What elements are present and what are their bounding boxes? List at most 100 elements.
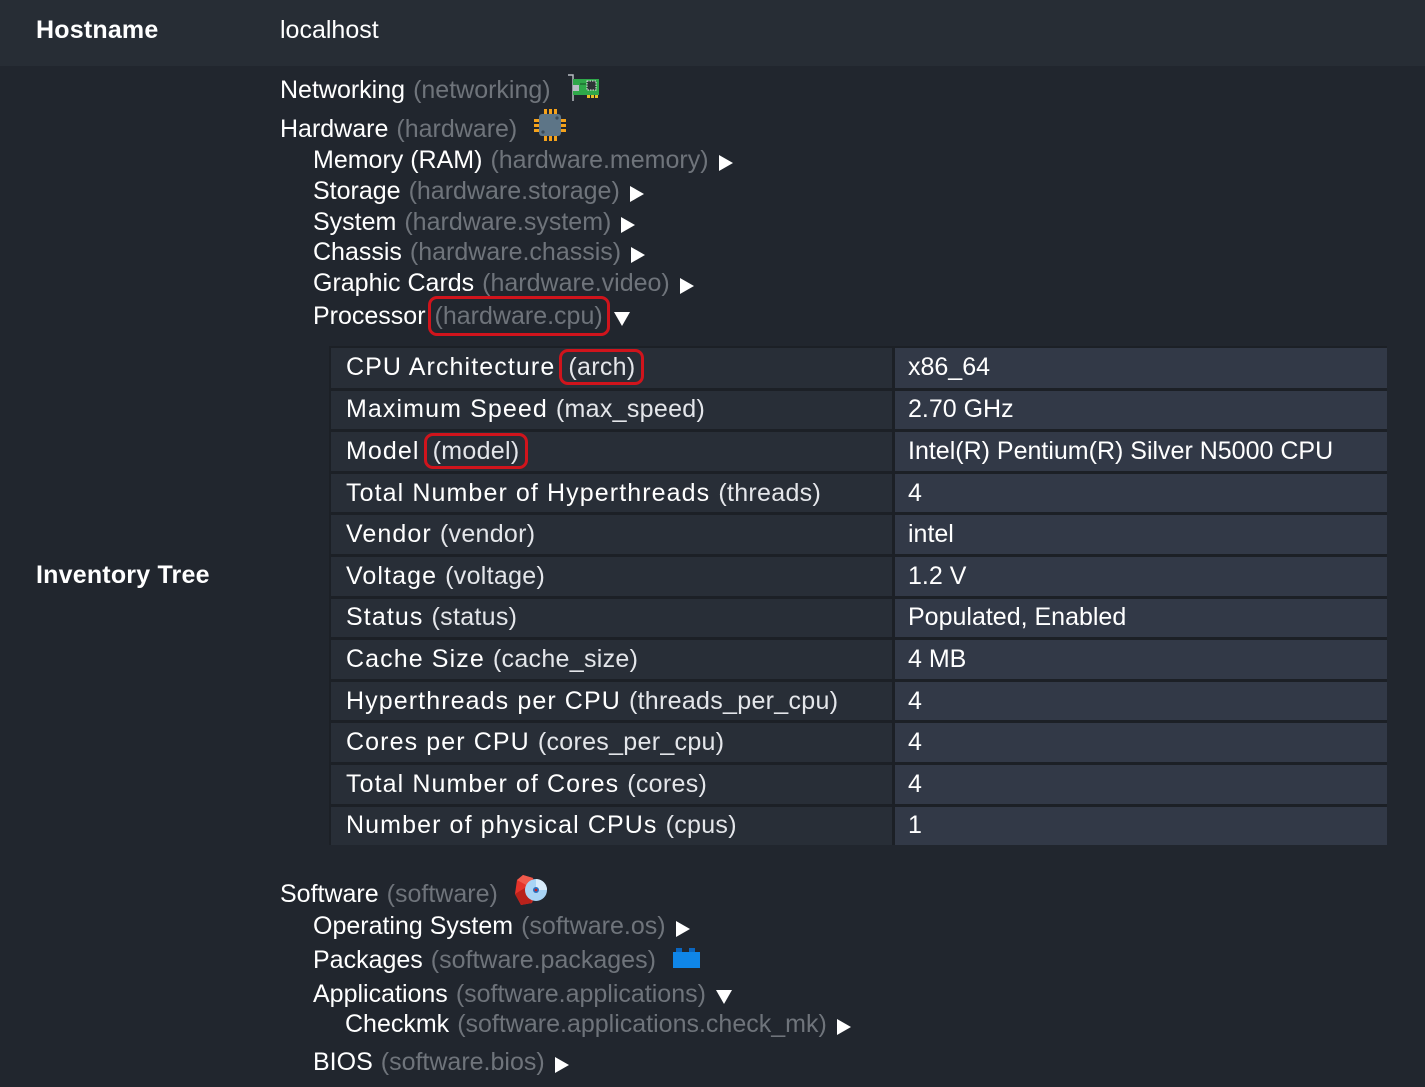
cpu-table-row: Vendor (vendor) intel: [329, 512, 1387, 554]
tree-node-chassis[interactable]: Chassis (hardware.chassis): [313, 237, 646, 267]
attribute-name-cell: Total Number of Cores (cores): [329, 761, 892, 804]
node-path: (hardware): [396, 114, 518, 143]
cpu-table-row: Cores per CPU (cores_per_cpu) 4: [329, 720, 1387, 762]
expand-arrow-icon[interactable]: [718, 155, 733, 171]
attribute-key: (max_speed): [555, 395, 706, 424]
expand-arrow-icon[interactable]: [629, 186, 644, 202]
attribute-value-cell: 2.70 GHz: [892, 387, 1387, 430]
node-path: (software.bios): [380, 1048, 545, 1076]
attribute-key-highlighted: (model): [423, 432, 529, 469]
expand-arrow-icon[interactable]: [679, 278, 694, 294]
attribute-value-cell: intel: [892, 512, 1387, 554]
expand-arrow-icon[interactable]: [621, 217, 636, 233]
hostname-row: Hostname localhost: [0, 0, 1425, 66]
tree-node-operating-system[interactable]: Operating System (software.os): [313, 911, 690, 941]
inventory-page: Hostname localhost Inventory Tree Networ…: [0, 0, 1425, 1087]
attribute-name-cell: Voltage (voltage): [329, 553, 892, 596]
attribute-name-cell: Maximum Speed (max_speed): [329, 387, 892, 430]
node-title: Operating System: [313, 912, 514, 940]
software-disc-icon: [514, 874, 550, 913]
attribute-value-cell: Populated, Enabled: [892, 595, 1387, 638]
cpu-table-row: CPU Architecture (arch) x86_64: [329, 346, 1387, 388]
attribute-key: (threads): [718, 478, 822, 507]
tree-node-bios[interactable]: BIOS (software.bios): [313, 1047, 569, 1077]
tree-node-hardware[interactable]: Hardware (hardware): [280, 108, 567, 149]
attribute-key: (vendor): [439, 520, 536, 549]
hostname-value: localhost: [280, 16, 379, 44]
cpu-table-row: Voltage (voltage) 1.2 V: [329, 553, 1387, 596]
node-title: Processor: [313, 302, 426, 330]
node-title: Packages: [313, 945, 423, 974]
node-path: (hardware.memory): [490, 146, 709, 174]
expand-arrow-icon[interactable]: [836, 1019, 851, 1035]
attribute-key: (cache_size): [492, 644, 639, 673]
tree-node-graphic-cards[interactable]: Graphic Cards (hardware.video): [313, 268, 694, 298]
attribute-value-cell: 4: [892, 761, 1387, 804]
node-title: Hardware: [280, 114, 389, 143]
attribute-label: Total Number of Hyperthreads: [346, 478, 711, 507]
attribute-value-cell: 4: [892, 678, 1387, 721]
cpu-table-row: Status (status) Populated, Enabled: [329, 595, 1387, 638]
tree-node-checkmk[interactable]: Checkmk (software.applications.check_mk): [345, 1009, 851, 1039]
attribute-label: Maximum Speed: [346, 395, 548, 424]
attribute-value-cell: x86_64: [892, 346, 1387, 388]
attribute-label: Voltage: [346, 561, 438, 590]
node-path: (software.packages): [430, 945, 656, 974]
tree-node-processor[interactable]: Processor (hardware.cpu): [313, 296, 630, 336]
tree-node-applications[interactable]: Applications (software.applications): [313, 979, 732, 1009]
attribute-label: CPU Architecture: [346, 353, 556, 382]
node-path: (software.applications.check_mk): [457, 1010, 827, 1038]
attribute-name-cell: Total Number of Hyperthreads (threads): [329, 470, 892, 513]
attribute-key: (threads_per_cpu): [628, 686, 839, 715]
attribute-label: Number of physical CPUs: [346, 811, 658, 840]
attribute-label: Cache Size: [346, 644, 485, 673]
attribute-label: Cores per CPU: [346, 728, 530, 757]
node-path: (software): [386, 879, 498, 908]
attribute-key: (cores_per_cpu): [537, 728, 725, 757]
attribute-key: (voltage): [445, 561, 546, 590]
tree-node-system[interactable]: System (hardware.system): [313, 207, 636, 237]
cpu-table-row: Number of physical CPUs (cpus) 1: [329, 803, 1387, 846]
attribute-label: Model: [346, 436, 420, 465]
tree-node-memory[interactable]: Memory (RAM) (hardware.memory): [313, 145, 733, 175]
attribute-name-cell: Cores per CPU (cores_per_cpu): [329, 720, 892, 762]
node-path: (software.applications): [455, 980, 706, 1008]
attribute-key: (status): [431, 603, 518, 632]
cpu-table-row: Total Number of Cores (cores) 4: [329, 761, 1387, 804]
attribute-key: (cores): [627, 769, 708, 798]
expand-arrow-icon[interactable]: [554, 1057, 569, 1073]
packages-brick-icon: [672, 942, 702, 977]
node-title: Networking: [280, 75, 406, 104]
attribute-label: Hyperthreads per CPU: [346, 686, 621, 715]
collapse-arrow-icon[interactable]: [715, 990, 732, 1004]
attribute-value-cell: 4 MB: [892, 637, 1387, 679]
tree-node-storage[interactable]: Storage (hardware.storage): [313, 176, 644, 206]
attribute-name-cell: Status (status): [329, 595, 892, 638]
inventory-tree-label: Inventory Tree: [36, 561, 210, 589]
attribute-label: Vendor: [346, 520, 432, 549]
attribute-name-cell: CPU Architecture (arch): [329, 346, 892, 388]
network-card-icon: [567, 71, 601, 108]
attribute-name-cell: Cache Size (cache_size): [329, 637, 892, 679]
cpu-table-row: Model (model) Intel(R) Pentium(R) Silver …: [329, 429, 1387, 471]
expand-arrow-icon[interactable]: [675, 921, 690, 937]
node-title: Software: [280, 879, 379, 908]
cpu-table-row: Maximum Speed (max_speed) 2.70 GHz: [329, 387, 1387, 430]
node-title: BIOS: [313, 1048, 373, 1076]
node-path: (hardware.system): [404, 208, 612, 236]
attribute-label: Total Number of Cores: [346, 769, 620, 798]
attribute-label: Status: [346, 603, 424, 632]
cpu-table-row: Cache Size (cache_size) 4 MB: [329, 637, 1387, 679]
tree-node-packages[interactable]: Packages (software.packages): [313, 942, 702, 977]
attribute-name-cell: Model (model): [329, 429, 892, 471]
node-path: (hardware.storage): [408, 177, 620, 205]
node-path: (hardware.chassis): [409, 238, 622, 266]
tree-node-networking[interactable]: Networking (networking): [280, 71, 601, 108]
attribute-name-cell: Number of physical CPUs (cpus): [329, 803, 892, 846]
attribute-value-cell: 1: [892, 803, 1387, 846]
node-path: (networking): [413, 75, 551, 104]
collapse-arrow-icon[interactable]: [613, 312, 630, 326]
expand-arrow-icon[interactable]: [631, 247, 646, 263]
tree-node-software[interactable]: Software (software): [280, 874, 550, 913]
attribute-value-cell: 4: [892, 470, 1387, 513]
